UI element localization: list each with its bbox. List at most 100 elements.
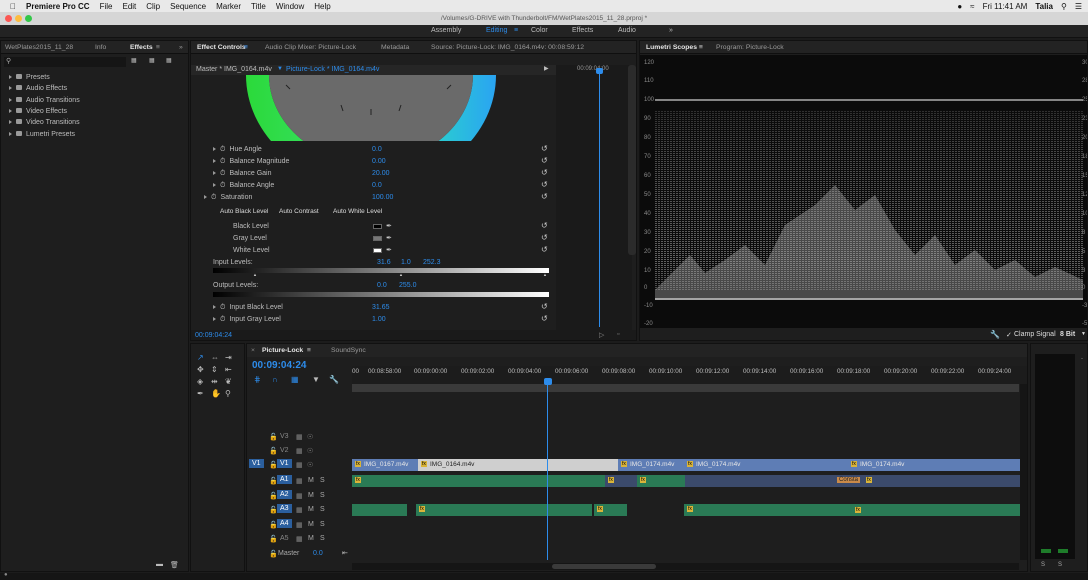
menu-marker[interactable]: Marker	[216, 2, 241, 11]
reset-icon[interactable]: ↺	[541, 233, 548, 242]
expand-triangle-icon[interactable]	[9, 109, 12, 113]
wrench-icon[interactable]: 🔧	[990, 330, 1000, 339]
effects-folder-video-transitions[interactable]: Video Transitions	[9, 119, 80, 126]
pen-tool-icon[interactable]: ❦	[225, 377, 232, 386]
expand-triangle-icon[interactable]	[9, 75, 12, 79]
eye-icon[interactable]: ☉	[307, 433, 313, 441]
menu-clock[interactable]: Fri 11:41 AM	[983, 2, 1028, 11]
waveform-scope[interactable]	[640, 55, 1087, 328]
value-input-black-level[interactable]: 31.65	[372, 304, 390, 311]
stopwatch-icon[interactable]: ⏱	[220, 182, 225, 189]
yuv-effects-icon[interactable]: ▦	[166, 57, 172, 64]
timeline-horizontal-scrollbar[interactable]	[352, 563, 1019, 570]
output-levels-black[interactable]: 0.0	[377, 282, 387, 289]
menu-app-name[interactable]: Premiere Pro CC	[26, 2, 90, 11]
track-label-a2[interactable]: A2	[277, 490, 292, 499]
track-label-a1[interactable]: A1	[277, 475, 292, 484]
reset-icon[interactable]: ↺	[541, 314, 548, 323]
input-levels-black[interactable]: 31.6	[377, 259, 391, 266]
expand-triangle-icon[interactable]	[213, 305, 216, 309]
menu-clip[interactable]: Clip	[146, 2, 160, 11]
clip-img-0174-c[interactable]: fx IMG_0174.m4v	[848, 459, 1020, 471]
track-label-v1[interactable]: V1	[277, 459, 292, 468]
lock-icon[interactable]: 🔓	[269, 433, 278, 441]
input-levels-gray[interactable]: 1.0	[401, 259, 411, 266]
clip-img-0164[interactable]: fx IMG_0164.m4v	[418, 459, 618, 471]
ripple-edit-tool-icon[interactable]: ⇥	[225, 353, 232, 362]
param-hue-angle[interactable]: ⏱ Hue Angle	[213, 146, 262, 154]
gray-level-swatch[interactable]	[373, 236, 382, 241]
play-only-icon[interactable]: ▶	[544, 65, 549, 72]
track-select-tool-icon[interactable]: ⇔	[211, 353, 219, 362]
effects-folder-audio-effects[interactable]: Audio Effects	[9, 85, 67, 92]
input-levels-slider[interactable]	[213, 268, 549, 273]
eyedropper-icon[interactable]: ✒	[386, 222, 392, 230]
expand-triangle-icon[interactable]	[213, 183, 216, 187]
expand-triangle-icon[interactable]	[9, 98, 12, 102]
tab-lumetri-scopes[interactable]: Lumetri Scopes	[646, 44, 697, 51]
sync-lock-icon[interactable]: ▦	[296, 433, 303, 441]
linked-selection-icon[interactable]: ▦	[291, 375, 299, 384]
sync-lock-icon[interactable]: ▦	[296, 521, 303, 529]
reset-icon[interactable]: ↺	[541, 144, 548, 153]
playhead-handle[interactable]	[544, 378, 552, 385]
menu-user[interactable]: Talia	[1035, 2, 1053, 11]
track-label-a5[interactable]: A5	[280, 535, 289, 542]
tab-effect-controls-menu[interactable]: ≡	[244, 44, 248, 51]
hand-tool-icon[interactable]: ✋	[211, 389, 221, 398]
audio-clip[interactable]: fx	[352, 475, 605, 487]
bit-depth-dropdown[interactable]: 8 Bit	[1060, 331, 1075, 338]
solo-button[interactable]: S	[320, 506, 325, 513]
zoom-window-icon[interactable]	[25, 15, 32, 22]
slip-tool-icon[interactable]: ◈	[197, 377, 203, 386]
effects-folder-presets[interactable]: Presets	[9, 74, 50, 81]
audio-clip[interactable]: fx	[594, 504, 627, 516]
dropdown-triangle-icon[interactable]: ▼	[277, 66, 283, 72]
menu-help[interactable]: Help	[314, 2, 330, 11]
sync-lock-icon[interactable]: ▦	[296, 447, 303, 455]
track-label-v3[interactable]: V3	[280, 433, 289, 440]
white-level-swatch[interactable]	[373, 248, 382, 253]
clamp-checkbox[interactable]: ✓	[1006, 331, 1012, 339]
audio-clip[interactable]: fx	[684, 504, 1020, 516]
add-marker-icon[interactable]: ▼	[312, 375, 320, 384]
solo-button[interactable]: S	[320, 477, 325, 484]
work-area-bar[interactable]	[352, 384, 1019, 392]
workspace-effects[interactable]: Effects	[572, 27, 593, 34]
audio-clip[interactable]	[352, 504, 407, 516]
spotlight-icon[interactable]: ⚲	[1061, 2, 1067, 11]
mute-button[interactable]: M	[308, 535, 314, 542]
tab-project[interactable]: WetPlates2015_11_28	[5, 44, 73, 51]
input-gray-handle[interactable]: ▲	[399, 272, 403, 277]
value-balance-gain[interactable]: 20.00	[372, 170, 390, 177]
auto-black-level-button[interactable]: Auto Black Level	[220, 208, 268, 215]
auto-contrast-button[interactable]: Auto Contrast	[279, 208, 319, 215]
tab-picture-lock[interactable]: Picture-Lock	[262, 347, 303, 354]
menu-edit[interactable]: Edit	[122, 2, 136, 11]
chevron-down-icon[interactable]: ▼	[1081, 331, 1086, 337]
eyedropper-icon[interactable]: ✒	[386, 234, 392, 242]
expand-triangle-icon[interactable]	[213, 171, 216, 175]
master-volume[interactable]: 0.0	[313, 550, 323, 557]
input-levels-white[interactable]: 252.3	[423, 259, 441, 266]
tab-soundsync[interactable]: SoundSync	[331, 347, 366, 354]
solo-button[interactable]: S	[320, 492, 325, 499]
track-label-a3[interactable]: A3	[277, 504, 292, 513]
effect-controls-scrollbar[interactable]	[628, 65, 636, 255]
effects-search-input[interactable]: ⚲	[4, 57, 126, 67]
mute-button[interactable]: M	[308, 521, 314, 528]
sync-lock-icon[interactable]: ▦	[296, 492, 303, 500]
stopwatch-icon[interactable]: ⏱	[220, 170, 225, 177]
wifi-icon[interactable]: ≈	[970, 2, 974, 11]
tab-audio-clip-mixer[interactable]: Audio Clip Mixer: Picture-Lock	[265, 44, 356, 51]
value-hue-angle[interactable]: 0.0	[372, 146, 382, 153]
slide-tool-icon[interactable]: ⇹	[211, 377, 218, 386]
go-to-end-icon[interactable]: ⇤	[342, 549, 348, 557]
expand-triangle-icon[interactable]	[9, 132, 12, 136]
lock-icon[interactable]: 🔓	[269, 535, 278, 543]
reset-icon[interactable]: ↺	[541, 168, 548, 177]
master-clip-label[interactable]: Master * IMG_0164.m4v	[196, 66, 272, 73]
stopwatch-icon[interactable]: ⏱	[220, 316, 225, 323]
mini-playhead-head[interactable]	[596, 68, 603, 74]
output-levels-slider[interactable]	[213, 292, 549, 297]
